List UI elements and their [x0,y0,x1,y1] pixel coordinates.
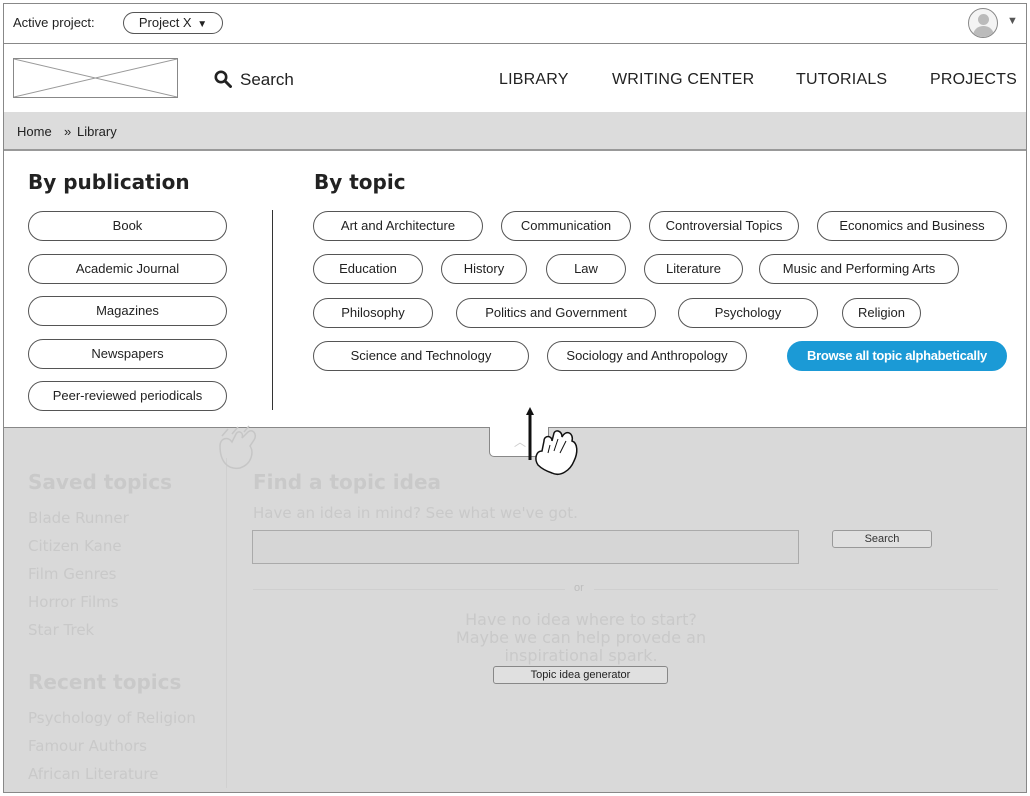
publication-pill[interactable]: Magazines [28,296,227,326]
saved-topic-item: Star Trek [28,621,95,639]
avatar-head [978,14,989,25]
or-divider-left [253,589,565,590]
topic-pill[interactable]: Controversial Topics [649,211,799,241]
recent-topic-item: Famour Authors [28,737,147,755]
saved-topic-item: Film Genres [28,565,117,583]
by-publication-title: By publication [28,170,190,194]
by-topic-title: By topic [314,170,406,194]
project-select[interactable]: Project X ▼ [123,12,223,34]
no-idea-line-1: Have no idea where to start? [465,610,697,629]
sidebar-divider [226,458,227,788]
publication-pill[interactable]: Academic Journal [28,254,227,284]
topic-search-input [252,530,799,564]
topic-pill[interactable]: Music and Performing Arts [759,254,959,284]
publication-pill[interactable]: Newspapers [28,339,227,369]
user-menu-caret-icon[interactable]: ▼ [1007,15,1018,27]
recent-topic-item: Psychology of Religion [28,709,196,727]
topic-pill[interactable]: Politics and Government [456,298,656,328]
topic-pill[interactable]: Psychology [678,298,818,328]
logo-placeholder-cross [14,59,177,97]
topic-pill[interactable]: Education [313,254,423,284]
find-topic-subtitle: Have an idea in mind? See what we've got… [253,504,578,522]
browse-all-topics-button[interactable]: Browse all topic alphabetically [787,341,1007,371]
breadcrumb-separator: » [64,124,72,139]
topic-idea-generator-button: Topic idea generator [493,666,668,684]
topic-pill[interactable]: Religion [842,298,921,328]
active-project-label: Active project: [13,15,95,30]
main-header: Search LIBRARY WRITING CENTER TUTORIALS … [4,44,1026,112]
saved-topic-item: Citizen Kane [28,537,122,555]
topic-pill[interactable]: Science and Technology [313,341,529,371]
topic-pill[interactable]: History [441,254,527,284]
or-label: or [574,582,584,594]
topic-pill[interactable]: Sociology and Anthropology [547,341,747,371]
nav-writing-center[interactable]: WRITING CENTER [612,71,754,89]
chevron-up-icon: ︿ [514,435,527,449]
saved-topic-item: Horror Films [28,593,119,611]
top-bar: Active project: Project X ▼ ▼ [4,4,1026,44]
background-page-overlay: ︿ Saved topics Blade Runner Citizen Kane… [4,427,1026,792]
topic-pill[interactable]: Literature [644,254,743,284]
recent-topic-item: African Literature [28,765,159,783]
collapse-panel-tab[interactable]: ︿ [489,427,549,457]
topic-search-button: Search [832,530,932,548]
chevron-down-icon: ▼ [197,19,208,30]
publication-pill[interactable]: Peer-reviewed periodicals [28,381,227,411]
breadcrumb: Home » Library [4,112,1026,151]
topic-pill[interactable]: Economics and Business [817,211,1007,241]
find-topic-title: Find a topic idea [253,470,442,494]
header-search-label: Search [240,70,294,89]
project-select-value: Project X [138,15,192,30]
or-divider-right [594,589,998,590]
no-idea-line-2: Maybe we can help provede an inspiration… [455,628,707,665]
topic-pill[interactable]: Law [546,254,626,284]
avatar-body [973,26,994,37]
breadcrumb-current: Library [77,124,117,139]
topic-pill[interactable]: Communication [501,211,631,241]
logo-placeholder[interactable] [13,58,178,98]
user-avatar-icon[interactable] [968,8,998,38]
library-dropdown-panel: By publication Book Academic Journal Mag… [4,152,1026,427]
nav-tutorials[interactable]: TUTORIALS [796,71,887,89]
search-icon [214,70,232,88]
nav-library[interactable]: LIBRARY [499,71,569,89]
saved-topic-item: Blade Runner [28,509,129,527]
recent-topics-title: Recent topics [28,670,182,694]
topic-pill[interactable]: Art and Architecture [313,211,483,241]
app-window: Active project: Project X ▼ ▼ Search LIB… [3,3,1027,793]
saved-topics-title: Saved topics [28,470,173,494]
breadcrumb-home[interactable]: Home [17,124,52,139]
no-idea-text: Have no idea where to start? Maybe we ca… [404,611,758,665]
panel-divider [272,210,273,410]
topic-pill[interactable]: Philosophy [313,298,433,328]
nav-projects[interactable]: PROJECTS [930,71,1017,89]
header-search-link[interactable]: Search [214,70,294,90]
publication-pill[interactable]: Book [28,211,227,241]
